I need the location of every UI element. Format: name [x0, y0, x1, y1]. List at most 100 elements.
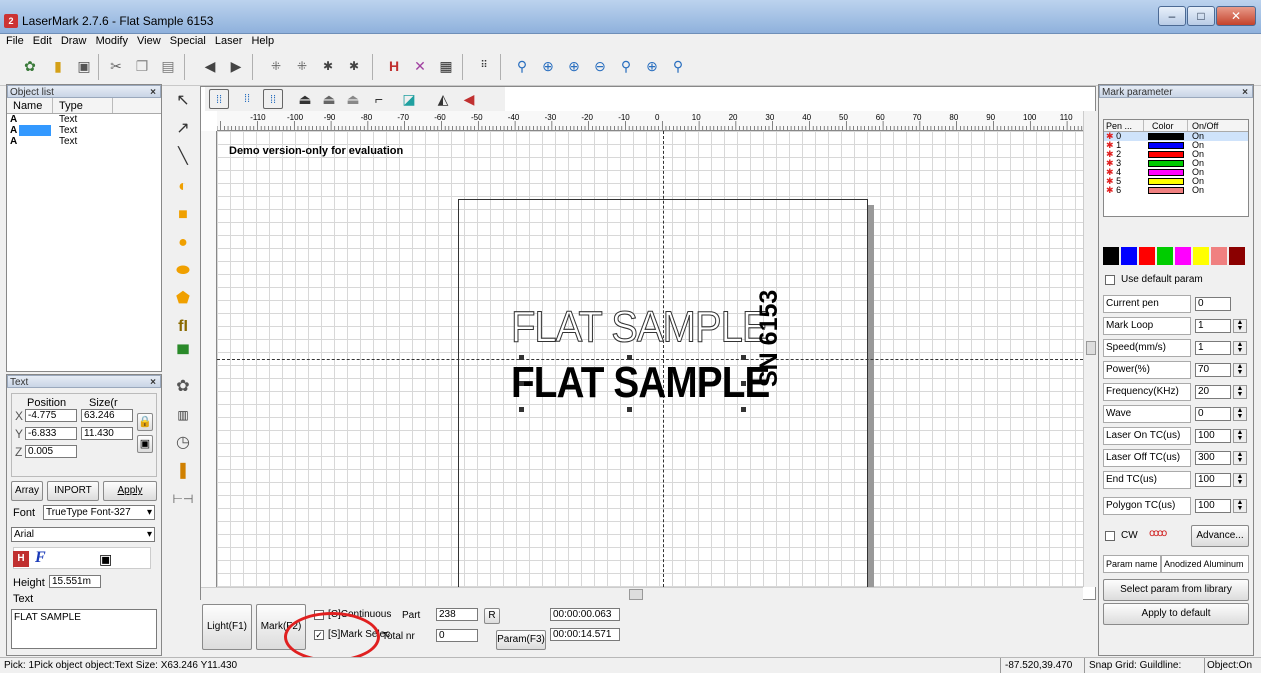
text-object-bold[interactable]: FLAT SAMPLE	[511, 361, 770, 405]
anchor-icon[interactable]: ▣	[137, 435, 153, 453]
scroll-thumb[interactable]	[629, 589, 643, 600]
use-default-checkbox[interactable]	[1105, 275, 1115, 285]
wobble-icon[interactable]: ꝏꝏ	[1149, 528, 1167, 539]
selection-handle[interactable]	[741, 355, 746, 360]
save-icon[interactable]: ▣	[74, 56, 94, 76]
spin-arrows-icon[interactable]: ▲ ▼	[1233, 385, 1247, 399]
spin-arrows-icon[interactable]: ▲ ▼	[1233, 363, 1247, 377]
palette-swatch[interactable]	[1229, 247, 1245, 265]
light-button[interactable]: Light(F1)	[202, 604, 252, 650]
param-value-field[interactable]: 100	[1195, 473, 1231, 487]
italic-font-icon[interactable]: F	[35, 549, 46, 567]
reset-button[interactable]: R	[484, 608, 500, 624]
unlock-all-icon[interactable]: ⏏	[343, 89, 363, 109]
menu-special[interactable]: Special	[170, 34, 206, 48]
total-field[interactable]: 0	[436, 629, 478, 642]
zoom-in-icon[interactable]: ⊕	[538, 56, 558, 76]
select-all-icon[interactable]: ⁞⁞	[209, 89, 229, 109]
column-type[interactable]: Type	[53, 98, 113, 113]
circle-icon[interactable]: ●	[172, 232, 194, 254]
x-position-field[interactable]: -4.775	[25, 409, 77, 422]
copy-icon[interactable]: ❐	[132, 56, 152, 76]
pen-row[interactable]: ✱ 0 On	[1104, 132, 1248, 141]
node-edit-icon[interactable]: ↗	[172, 118, 194, 140]
zoom-fit-icon[interactable]: ⊕	[564, 56, 584, 76]
spin-arrows-icon[interactable]: ▲ ▼	[1233, 319, 1247, 333]
origin-icon[interactable]: ⌐	[369, 89, 389, 109]
zoom-select-icon[interactable]: ⚲	[668, 56, 688, 76]
menu-draw[interactable]: Draw	[61, 34, 87, 48]
group-icon[interactable]: ⁜	[266, 56, 286, 76]
palette-swatch[interactable]	[1193, 247, 1209, 265]
inport-button[interactable]: INPORT	[47, 481, 99, 501]
close-icon[interactable]: ×	[150, 86, 156, 99]
palette-swatch[interactable]	[1121, 247, 1137, 265]
selection-handle[interactable]	[741, 381, 746, 386]
palette-swatch[interactable]	[1103, 247, 1119, 265]
menu-modify[interactable]: Modify	[96, 34, 128, 48]
text-tool-icon[interactable]: fI	[172, 316, 194, 338]
mirror-vertical-icon[interactable]: ◀	[459, 89, 479, 109]
y-position-field[interactable]: -6.833	[25, 427, 77, 440]
ellipse-icon[interactable]: ⬬	[172, 260, 194, 282]
array-button[interactable]: Array	[11, 481, 43, 501]
pen-row[interactable]: ✱ 2 On	[1104, 150, 1248, 159]
palette-swatch[interactable]	[1211, 247, 1227, 265]
redo-icon[interactable]: ▶	[226, 56, 246, 76]
barcode-font-icon[interactable]: H	[13, 551, 29, 567]
param-value-field[interactable]: 0	[1195, 407, 1231, 421]
palette-swatch[interactable]	[1139, 247, 1155, 265]
text-object-outline[interactable]: FLAT SAMPLE	[511, 304, 769, 349]
param-value-field[interactable]: 300	[1195, 451, 1231, 465]
menu-view[interactable]: View	[137, 34, 161, 48]
menu-edit[interactable]: Edit	[33, 34, 52, 48]
palette-swatch[interactable]	[1157, 247, 1173, 265]
close-button[interactable]: ✕	[1216, 6, 1256, 26]
scroll-thumb[interactable]	[1086, 341, 1096, 355]
select-node-icon[interactable]: ⁞⁞	[237, 89, 257, 109]
text-input[interactable]: FLAT SAMPLE	[11, 609, 157, 649]
close-icon[interactable]: ×	[150, 376, 156, 389]
h-align-icon[interactable]: H	[384, 56, 404, 76]
color-fill-icon[interactable]: ◪	[399, 89, 419, 109]
spin-arrows-icon[interactable]: ▲ ▼	[1233, 451, 1247, 465]
cut-icon[interactable]: ✂	[106, 56, 126, 76]
palette-swatch[interactable]	[1175, 247, 1191, 265]
bitmap-icon[interactable]: ▀	[172, 344, 194, 366]
open-icon[interactable]: ▮	[48, 56, 68, 76]
new-icon[interactable]: ✿	[20, 56, 40, 76]
rectangle-icon[interactable]: ■	[172, 204, 194, 226]
param-value-field[interactable]: 70	[1195, 363, 1231, 377]
list-item[interactable]: A Text	[7, 136, 161, 147]
param-name-value[interactable]: Anodized Aluminum	[1161, 555, 1249, 573]
zoom-icon[interactable]: ⚲	[512, 56, 532, 76]
drawing-grid[interactable]: Demo version-only for evaluation FLAT SA…	[217, 131, 1083, 609]
curve-icon[interactable]: ◐	[172, 176, 194, 198]
selection-handle[interactable]	[519, 407, 524, 412]
polygon-icon[interactable]: ⬟	[172, 288, 194, 310]
cw-checkbox[interactable]	[1105, 531, 1115, 541]
column-pen[interactable]: Pen ...	[1104, 120, 1144, 131]
y-size-field[interactable]: 11.430	[81, 427, 133, 440]
param-value-field[interactable]: 0	[1195, 297, 1231, 311]
select-param-button[interactable]: Select param from library	[1103, 579, 1249, 601]
timer-icon[interactable]: ◷	[172, 432, 194, 454]
spin-arrows-icon[interactable]: ▲ ▼	[1233, 407, 1247, 421]
list-item[interactable]: A Text	[7, 114, 161, 125]
spin-arrows-icon[interactable]: ▲ ▼	[1233, 341, 1247, 355]
pen-row[interactable]: ✱ 1 On	[1104, 141, 1248, 150]
zoom-out-icon[interactable]: ⊖	[590, 56, 610, 76]
line-icon[interactable]: ╲	[172, 146, 194, 168]
undo-icon[interactable]: ◀	[200, 56, 220, 76]
column-name[interactable]: Name	[7, 98, 53, 113]
tools-icon[interactable]: ✕	[410, 56, 430, 76]
mark-button[interactable]: Mark(F2)	[256, 604, 306, 650]
input-port-icon[interactable]: ❚	[172, 460, 194, 482]
vector-file-icon[interactable]: ✿	[172, 376, 194, 398]
paste-icon[interactable]: ▤	[158, 56, 178, 76]
grid-icon[interactable]: ⠿	[474, 56, 494, 76]
vertical-scrollbar[interactable]	[1083, 111, 1097, 587]
param-value-field[interactable]: 1	[1195, 319, 1231, 333]
pointer-icon[interactable]: ↖	[172, 90, 194, 112]
x-size-field[interactable]: 63.246	[81, 409, 133, 422]
